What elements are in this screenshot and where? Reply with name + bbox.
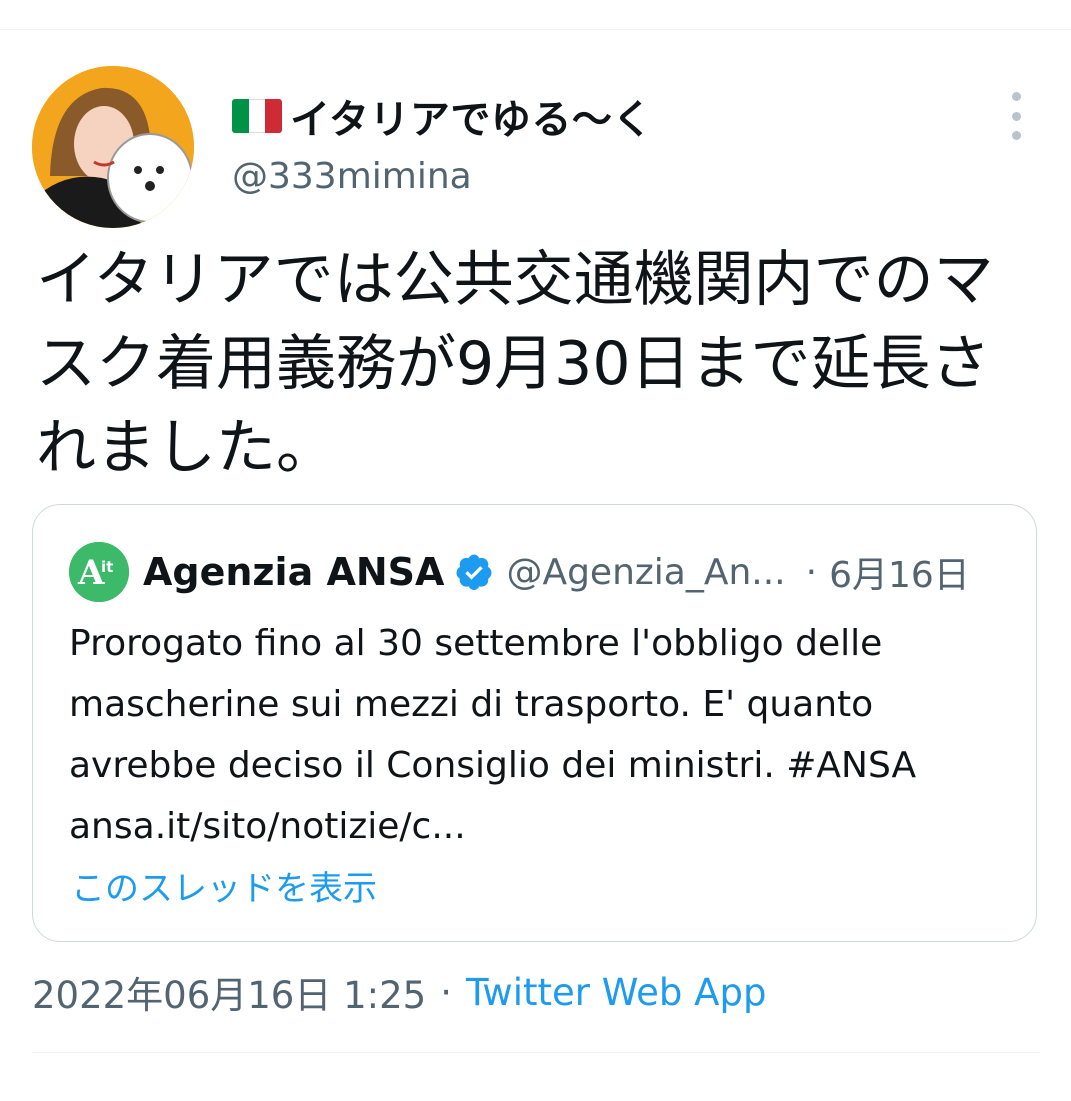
tweet-timestamp[interactable]: 2022年06月16日 1:25	[32, 965, 426, 1019]
more-options-icon[interactable]	[1000, 92, 1032, 140]
bottom-divider	[32, 1052, 1040, 1053]
show-thread-link[interactable]: このスレッドを表示	[71, 861, 377, 910]
tweet-source-link[interactable]: Twitter Web App	[466, 971, 766, 1014]
quoted-tweet-card[interactable]: A it Agenzia ANSA @Agenzia_An... · 6月16日…	[32, 504, 1037, 942]
author-handle[interactable]: @333mimina	[232, 156, 472, 197]
tweet-text: イタリアでは公共交通機関内でのマスク着用義務が9月30日まで延長されました。	[36, 245, 994, 483]
avatar-illustration	[32, 66, 194, 228]
quoted-author-handle[interactable]: @Agenzia_An...	[506, 552, 785, 593]
tweet-meta: 2022年06月16日 1:25 · Twitter Web App	[32, 964, 766, 1020]
verified-badge-icon	[456, 554, 492, 591]
author-display-name[interactable]: イタリアでゆる〜く	[232, 88, 653, 144]
top-divider	[0, 29, 1071, 30]
quoted-tweet-header: A it Agenzia ANSA @Agenzia_An... · 6月16日	[69, 541, 1019, 603]
ansa-logo-it: it	[101, 558, 113, 576]
italy-flag-icon	[232, 99, 282, 133]
quoted-date[interactable]: 6月16日	[829, 546, 970, 598]
author-avatar[interactable]	[32, 66, 194, 228]
ansa-logo-icon: A it	[69, 542, 129, 602]
ansa-avatar[interactable]: A it	[69, 542, 129, 602]
meta-separator: ·	[440, 970, 452, 1014]
display-name-text: イタリアでゆる〜く	[290, 97, 653, 143]
quoted-tweet-text: Prorogato fino al 30 settembre l'obbligo…	[69, 623, 917, 847]
quoted-separator: ·	[805, 551, 818, 593]
quoted-author-name[interactable]: Agenzia ANSA	[143, 550, 444, 594]
